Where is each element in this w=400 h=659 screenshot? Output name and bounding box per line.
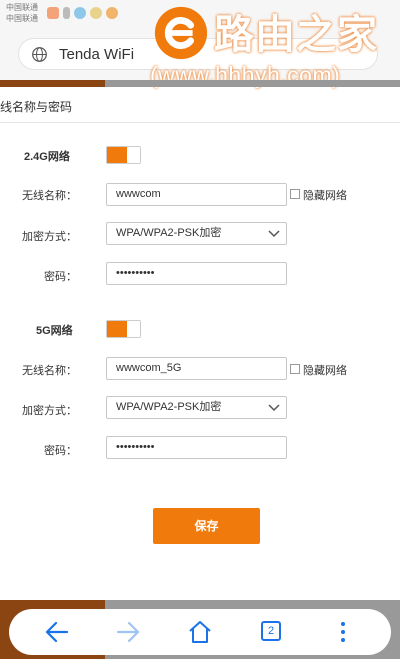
watermark-site-name: 路由之家 [214,12,378,58]
toggle-knob [127,321,140,337]
ssid-24g-input[interactable]: wwwcom [106,183,287,206]
security-24g-select[interactable]: WPA/WPA2-PSK加密 [106,222,287,245]
chevron-down-icon [268,230,280,238]
notification-icon [47,7,59,19]
star-icon [90,7,102,19]
ssid-24g-label: 无线名称： [22,190,77,202]
app-icon [74,7,86,19]
back-arrow-icon[interactable] [43,618,71,646]
globe-icon [32,47,47,62]
section-divider [0,122,400,123]
battery-icon [63,7,70,19]
band-5g-toggle[interactable] [106,320,141,338]
section-title: 线名称与密码 [0,100,73,114]
chevron-down-icon [268,404,280,412]
security-24g-label: 加密方式： [22,231,77,243]
save-button[interactable]: 保存 [153,508,260,544]
password-24g-input[interactable]: •••••••••• [106,262,287,285]
forward-arrow-icon[interactable] [114,618,142,646]
toggle-on-fill [107,147,127,163]
tabs-count-button[interactable]: 2 [261,621,281,641]
carrier-label-2: 中国联通 [6,14,38,23]
security-5g-label: 加密方式： [22,405,77,417]
url-title: Tenda WiFi [59,46,135,63]
hide-24g-label: 隐藏网络 [303,190,347,202]
home-icon[interactable] [186,618,214,646]
security-5g-select[interactable]: WPA/WPA2-PSK加密 [106,396,287,419]
band-5g-label: 5G网络 [36,325,73,337]
hide-24g-checkbox[interactable] [290,189,300,199]
toggle-knob [127,147,140,163]
band-24g-label: 2.4G网络 [24,151,70,163]
password-5g-label: 密码： [44,445,77,457]
band-24g-toggle[interactable] [106,146,141,164]
ssid-5g-label: 无线名称： [22,365,77,377]
security-24g-value: WPA/WPA2-PSK加密 [116,227,222,239]
more-menu-icon[interactable] [329,618,357,646]
hide-5g-checkbox[interactable] [290,364,300,374]
hide-5g-label: 隐藏网络 [303,365,347,377]
browser-bottom-nav: 2 [9,609,391,655]
carrier-label-1: 中国联通 [6,3,38,12]
status-icons [47,7,118,19]
watermark-logo-icon [154,6,208,60]
ssid-5g-input[interactable]: wwwcom_5G [106,357,287,380]
page-top-strip [0,80,400,87]
security-5g-value: WPA/WPA2-PSK加密 [116,401,222,413]
weibo-icon [106,7,118,19]
toggle-on-fill [107,321,127,337]
password-24g-label: 密码： [44,271,77,283]
password-5g-input[interactable]: •••••••••• [106,436,287,459]
